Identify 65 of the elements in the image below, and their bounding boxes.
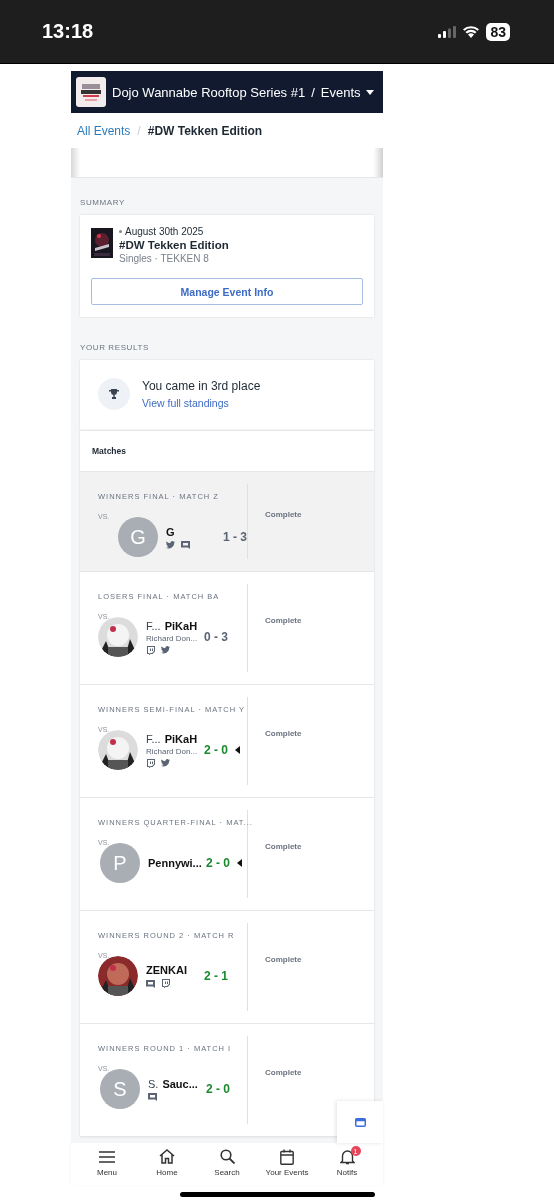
signal-icon <box>438 25 457 38</box>
trophy-icon <box>98 378 130 410</box>
logo-icon <box>76 77 106 107</box>
placement-text: You came in 3rd place <box>142 379 261 393</box>
breadcrumb-link[interactable]: All Events <box>77 123 131 138</box>
clock: 13:18 <box>42 20 94 43</box>
bell-icon <box>339 1148 355 1165</box>
separator: / <box>137 123 141 138</box>
event-subtitle: Singles · TEKKEN 8 <box>119 253 210 264</box>
player-name: PiKaH <box>164 732 198 745</box>
window-icon <box>354 1117 366 1127</box>
home-icon <box>159 1149 175 1164</box>
section-heading: YOUR RESULTS <box>80 343 150 352</box>
player-name: ZENKAI <box>146 964 187 976</box>
chat-icon[interactable] <box>146 979 155 988</box>
match-status: Complete <box>265 842 302 851</box>
events-dropdown[interactable]: Events <box>320 84 374 100</box>
speech-bubble-icon[interactable] <box>146 758 155 768</box>
search-icon <box>219 1149 235 1164</box>
player-name: Sauc... <box>162 1077 198 1090</box>
match-score: 2 - 0 <box>204 743 228 757</box>
nav-search-button[interactable]: Search <box>199 1147 255 1185</box>
match-status: Complete <box>265 955 302 964</box>
twitter-icon[interactable] <box>166 540 175 549</box>
nav-calendar-button[interactable]: Your Events <box>259 1147 315 1185</box>
calendar-icon <box>280 1148 294 1165</box>
manage-event-button[interactable]: Manage Event Info <box>91 278 363 305</box>
chat-icon[interactable] <box>181 540 190 549</box>
avatar: G <box>118 517 158 557</box>
nav-home-button[interactable]: Home <box>139 1147 195 1185</box>
match-score: 1 - 3 <box>223 530 247 544</box>
caret-icon <box>365 89 374 95</box>
standings-link[interactable]: View full standings <box>142 397 261 409</box>
match-status: Complete <box>265 1068 302 1077</box>
event-date: August 30th 2025 <box>119 226 229 237</box>
menu-icon <box>99 1150 115 1163</box>
separator: / <box>311 84 315 100</box>
player-name: PiKaH <box>164 619 198 632</box>
floating-button[interactable] <box>337 1101 383 1143</box>
twitter-icon[interactable] <box>161 646 170 654</box>
breadcrumb-current: #DW Tekken Edition <box>147 123 263 138</box>
event-title: #DW Tekken Edition <box>119 239 229 251</box>
player-real-name: Richard Don... <box>146 746 199 756</box>
wifi-icon <box>462 25 481 38</box>
player-real-name: Richard Don... <box>146 633 199 643</box>
player-prefix: F... <box>146 619 161 632</box>
match-score: 2 - 0 <box>206 1082 230 1096</box>
player-prefix: S. <box>148 1077 159 1090</box>
match-score: 2 - 1 <box>204 969 228 983</box>
match-status: Complete <box>265 729 302 738</box>
match-status: Complete <box>265 616 302 625</box>
player-prefix: F... <box>146 732 161 745</box>
match-status: Complete <box>265 509 302 519</box>
organizer-title[interactable]: Dojo Wannabe Rooftop Series #1 <box>112 84 306 100</box>
match-score: 0 - 3 <box>204 630 228 644</box>
player-name: Pennywi... <box>148 857 202 869</box>
match-score: 2 - 0 <box>206 856 230 870</box>
nav-menu-button[interactable]: Menu <box>79 1147 135 1185</box>
player-name: G <box>166 525 175 538</box>
twitter-icon[interactable] <box>161 759 170 767</box>
battery-level: 83 <box>486 22 510 41</box>
section-heading: SUMMARY <box>80 198 126 207</box>
chat-icon[interactable] <box>148 1092 157 1101</box>
speech-bubble-icon[interactable] <box>146 645 155 655</box>
speech-bubble-icon[interactable] <box>161 979 170 988</box>
